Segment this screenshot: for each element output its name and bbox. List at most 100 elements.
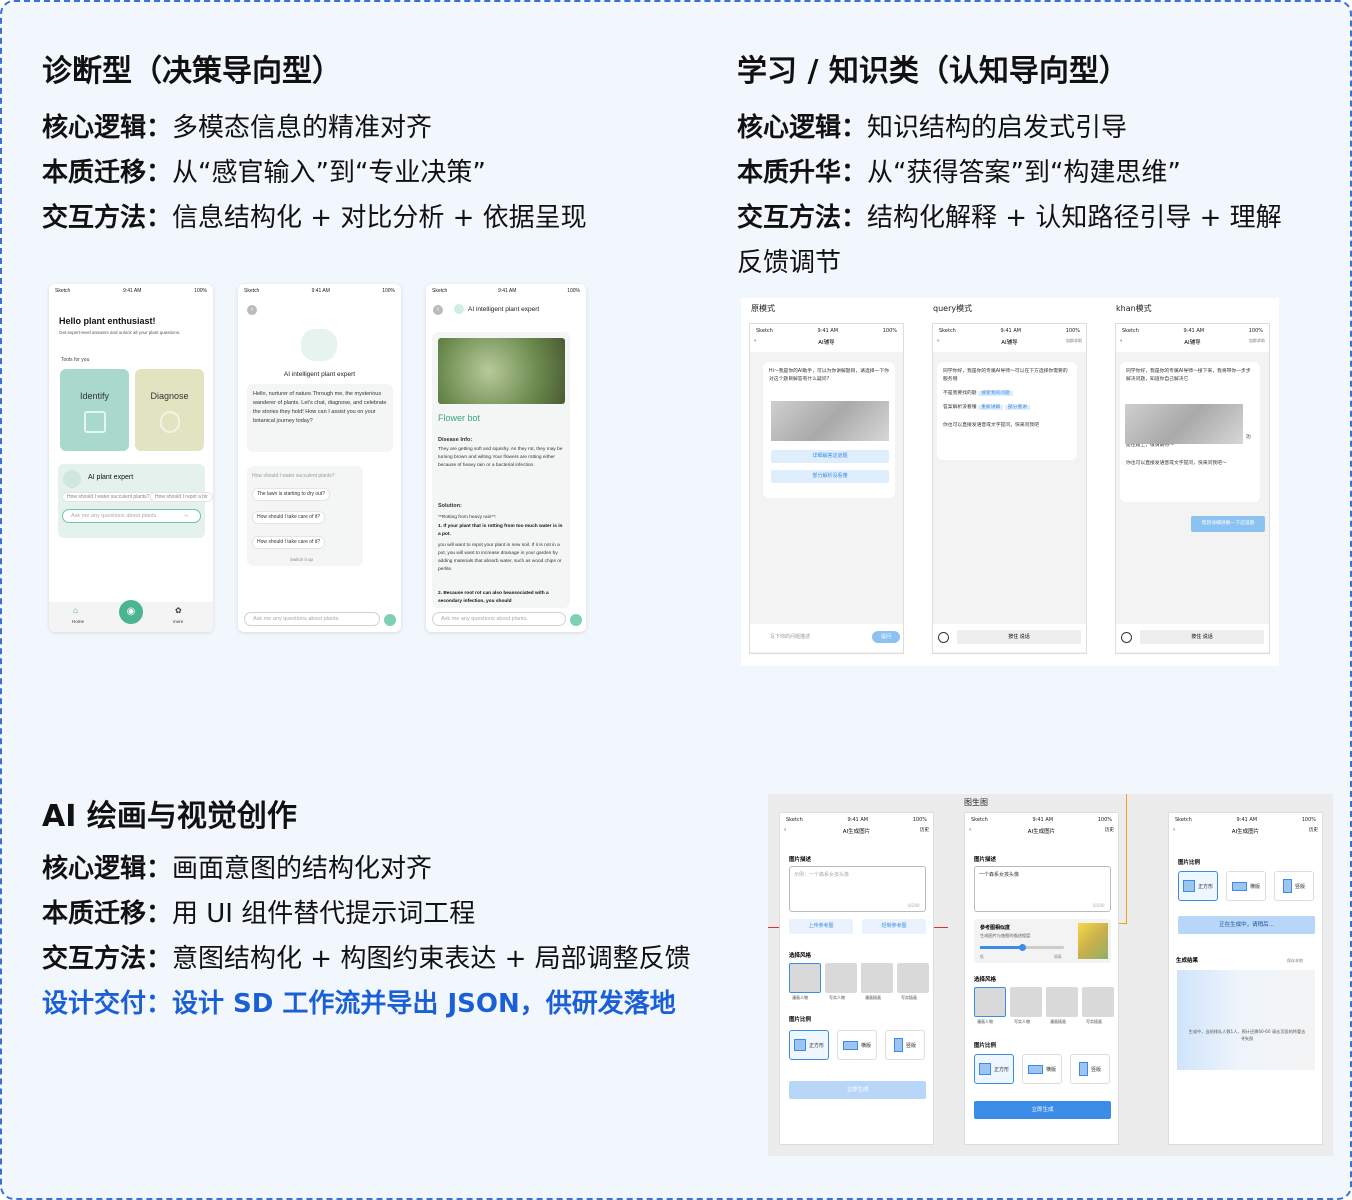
ratio-landscape[interactable]: 横版 — [1226, 871, 1266, 901]
partial-button[interactable]: 部分重讲 — [1004, 405, 1031, 410]
suggestion-chip[interactable]: How should I water succulent plants? — [62, 492, 155, 502]
line-method: 交互方法：意图结构化 + 构图约束表达 + 局部调整反馈 — [42, 944, 691, 974]
back-icon[interactable]: ‹ — [1120, 338, 1122, 344]
identify-card[interactable]: Identify — [60, 369, 129, 451]
history-link[interactable]: 历史 — [1309, 827, 1318, 833]
explain-button[interactable]: 详细解答这道题 — [771, 450, 889, 463]
nav-home-label[interactable]: Home — [72, 619, 84, 624]
arrow-icon[interactable]: → — [182, 512, 189, 519]
section-title: 学习 / 知识类（认知导向型） — [737, 54, 1129, 89]
back-icon[interactable]: ‹ — [937, 338, 939, 344]
desc-label: 图片描述 — [974, 857, 997, 863]
keyboard-icon[interactable] — [938, 632, 949, 643]
style-option[interactable] — [1082, 987, 1114, 1017]
generate-button[interactable]: 立即生成 — [789, 1081, 926, 1099]
send-icon[interactable] — [384, 614, 396, 626]
solution-line: 2. Because root rot can also beassociate… — [438, 591, 549, 604]
help-link[interactable]: 加群求助 — [1249, 338, 1265, 344]
reference-thumbnail[interactable] — [1078, 923, 1108, 959]
nav-more-label[interactable]: more — [173, 619, 183, 624]
generate-button[interactable]: 立即生成 — [974, 1101, 1111, 1119]
tools-label: Tools for you — [61, 357, 90, 363]
reference-panel: 参考图相似度 生成图片与垫图的描述程度 低 较高 — [974, 919, 1111, 963]
question-chip[interactable]: How should I take care of it? — [252, 536, 326, 549]
history-link[interactable]: 历史 — [1105, 827, 1114, 833]
ratio-landscape[interactable]: 横版 — [837, 1030, 877, 1060]
connector-line — [1126, 794, 1127, 924]
nav-title: AI生成图片 — [1231, 829, 1260, 835]
save-link[interactable]: 保存本地 — [1287, 958, 1303, 964]
input-bar: 按住 说话 — [933, 624, 1086, 652]
generating-screen: Sketch 9:41 AM 100% ‹ AI生成图片 历史 图片比例 正方形 横版 … — [1168, 812, 1323, 1145]
style-option[interactable] — [974, 987, 1006, 1017]
ratio-portrait[interactable]: 竖版 — [1274, 871, 1314, 901]
ratio-portrait[interactable]: 竖版 — [885, 1030, 925, 1060]
help-link[interactable]: 加群求助 — [1066, 338, 1082, 344]
desc-input[interactable]: 一个森系女孩头像 — [974, 866, 1111, 912]
input-bar: 写下你的问题描述 提问 — [750, 624, 903, 652]
back-icon[interactable]: ‹ — [433, 305, 443, 315]
ratio-square[interactable]: 正方形 — [789, 1030, 829, 1060]
canvas: 诊断型（决策导向型） 核心逻辑：多模态信息的精准对齐 本质迁移：从“感官输入”到… — [0, 0, 1352, 1200]
plant-diagnosis-screen: Sketch 9:41 AM 100% ‹ AI intelligent plant… — [426, 284, 586, 632]
history-link[interactable]: 历史 — [920, 827, 929, 833]
mode-label: query模式 — [933, 304, 973, 313]
line-logic: 核心逻辑：知识结构的启发式引导 — [737, 113, 1128, 143]
send-icon[interactable] — [570, 614, 582, 626]
keyboard-icon[interactable] — [1121, 632, 1132, 643]
back-icon[interactable]: ‹ — [247, 305, 257, 315]
ratio-square[interactable]: 正方形 — [974, 1054, 1014, 1084]
ask-input[interactable]: Ask me any questions about plants. — [244, 612, 380, 626]
scan-icon — [83, 411, 106, 433]
char-count: 0/200 — [908, 903, 920, 908]
voice-button[interactable]: 按住 说话 — [1140, 630, 1264, 644]
search-button[interactable]: 搜索我的问题 — [978, 391, 1013, 396]
status-bar: Sketch 9:41 AM 100% — [432, 288, 580, 294]
partial-button[interactable]: 部分解析没看懂 — [771, 470, 889, 483]
style-option[interactable] — [861, 963, 893, 993]
question-input[interactable]: 写下你的问题描述 — [770, 633, 810, 640]
voice-button[interactable]: 按住 说话 — [957, 630, 1081, 644]
robot-icon — [63, 470, 81, 488]
result-label: 生成结果 — [1176, 958, 1199, 964]
style-option[interactable] — [789, 963, 821, 993]
robot-icon — [454, 304, 464, 314]
suggestion-chip[interactable]: How should I repot a bir — [150, 492, 213, 502]
home-icon[interactable]: ⌂ — [73, 606, 78, 615]
desc-input[interactable]: 示例：一个森系女孩头像 — [789, 866, 926, 912]
back-icon[interactable]: ‹ — [784, 827, 786, 833]
more-icon[interactable]: ✿ — [175, 606, 182, 615]
ask-input[interactable]: Ask me any questions about plants. — [62, 509, 201, 523]
flow-label: 图生图 — [964, 798, 988, 807]
back-icon[interactable]: ‹ — [969, 827, 971, 833]
style-option[interactable] — [1046, 987, 1078, 1017]
sketch-ref-button[interactable]: 轻制参考图 — [862, 919, 926, 934]
style-option[interactable] — [1010, 987, 1042, 1017]
diagnosis-card: Flower bot Disease Info: They are gettin… — [432, 332, 570, 608]
input-bar: 按住 说话 — [1116, 624, 1269, 652]
back-icon[interactable]: ‹ — [754, 338, 756, 344]
question-chip[interactable]: The lawn is starting to dry out? — [252, 488, 331, 501]
ratio-landscape[interactable]: 横版 — [1022, 1054, 1062, 1084]
reexplain-button[interactable]: 重新讲解 — [978, 405, 1004, 410]
ratio-label: 图片比例 — [1178, 860, 1201, 866]
slider-handle[interactable] — [1019, 944, 1026, 951]
line-essence: 本质迁移：用 UI 组件替代提示词工程 — [42, 899, 476, 929]
upload-ref-button[interactable]: 上传参考图 — [789, 919, 853, 934]
back-icon[interactable]: ‹ — [1173, 827, 1175, 833]
camera-icon[interactable]: ◉ — [119, 600, 143, 624]
chat-title: AI intelligent plant expert — [468, 306, 540, 313]
ratio-portrait[interactable]: 竖版 — [1070, 1054, 1110, 1084]
ask-button[interactable]: 提问 — [872, 631, 900, 643]
switch-link[interactable]: Switch it up — [290, 555, 313, 564]
diagnose-card[interactable]: Diagnose — [135, 369, 204, 451]
ask-input[interactable]: Ask me any questions about plants. — [432, 612, 566, 626]
slider-min: 低 — [980, 954, 984, 959]
style-option[interactable] — [897, 963, 929, 993]
solution-line: 1. If your plant that is rotting from to… — [438, 524, 563, 537]
queue-message: 生成中，当前排队人数1人，预计还需60-60 请去页面的将要去寻失照 — [1188, 1029, 1306, 1041]
ratio-square[interactable]: 正方形 — [1178, 871, 1218, 901]
solution-line: you will want to repot your plant in new… — [438, 543, 562, 572]
style-option[interactable] — [825, 963, 857, 993]
question-chip[interactable]: How should I take care of it? — [252, 511, 326, 524]
